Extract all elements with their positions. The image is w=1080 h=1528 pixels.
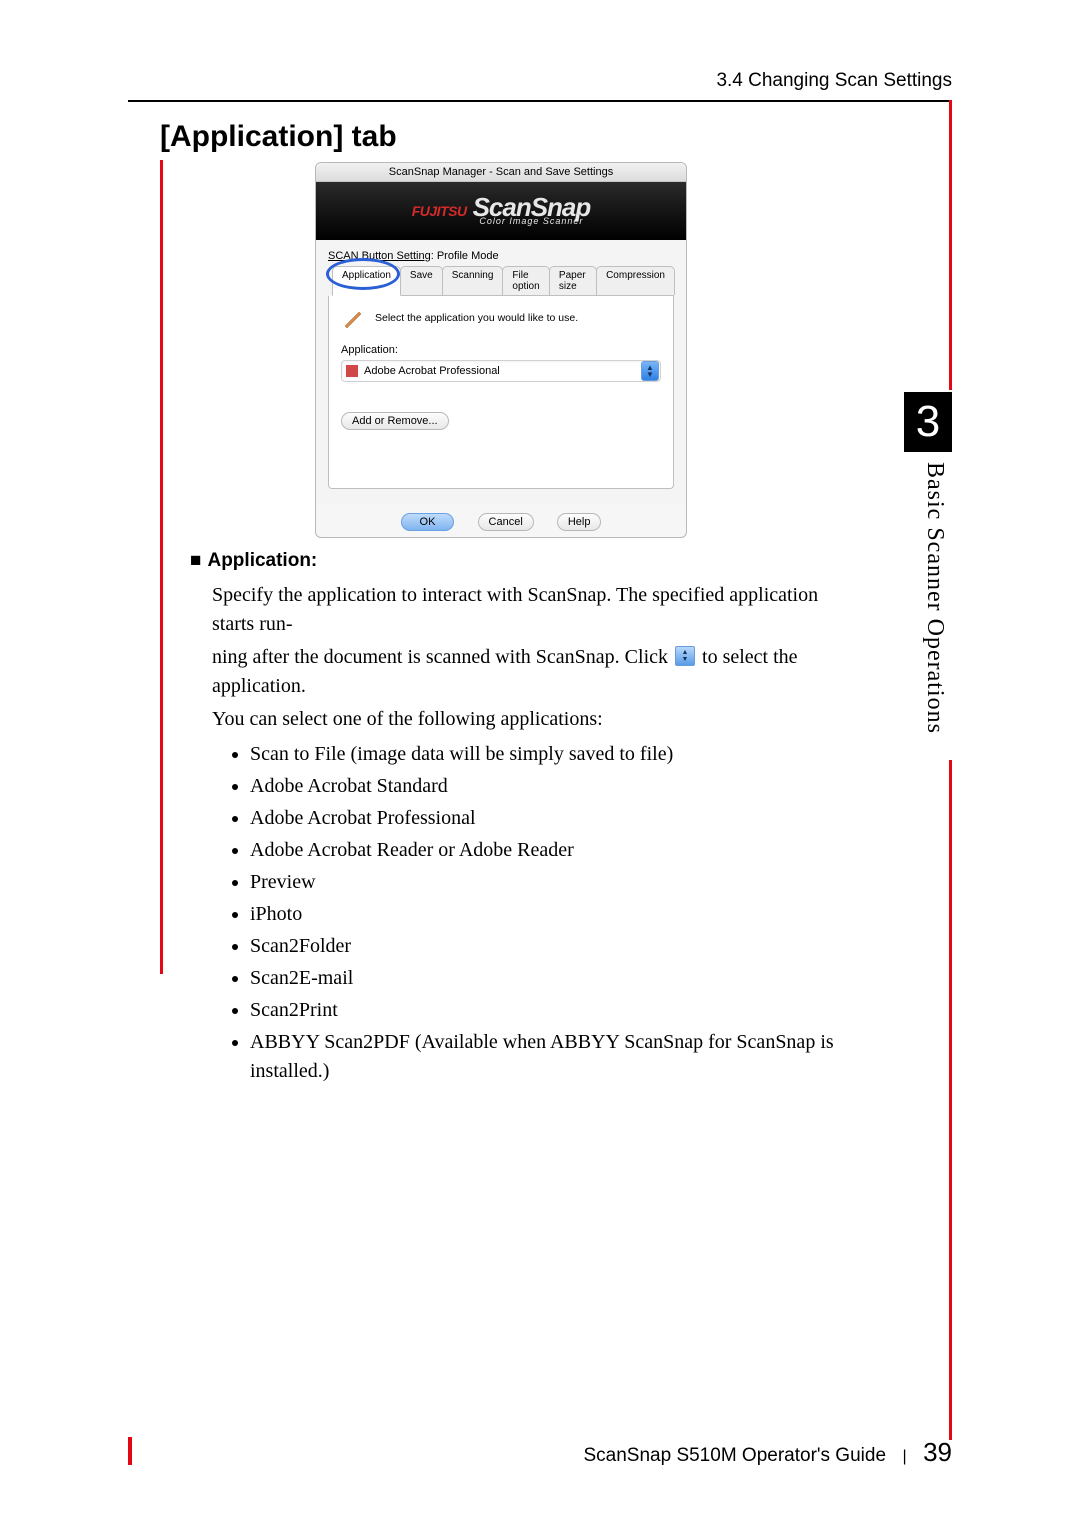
help-button[interactable]: Help	[557, 513, 602, 531]
tab-paper-size[interactable]: Paper size	[549, 266, 597, 295]
mode-line-value: : Profile Mode	[431, 250, 499, 262]
tab-save[interactable]: Save	[400, 266, 443, 295]
para-line-2: ning after the document is scanned with …	[212, 643, 862, 701]
footer-separator: |	[902, 1448, 906, 1465]
scansnap-logo: ScanSnap Color Image Scanner	[473, 196, 591, 226]
list-item: Scan2Folder	[250, 932, 862, 961]
dialog-banner: FUJITSU ScanSnap Color Image Scanner	[316, 182, 686, 240]
pen-icon	[341, 306, 365, 330]
scansnap-settings-dialog: ScanSnap Manager - Scan and Save Setting…	[315, 162, 687, 538]
tab-application[interactable]: Application	[332, 266, 401, 296]
application-dropdown[interactable]: Adobe Acrobat Professional ▲▼	[341, 360, 661, 382]
dropdown-arrow-icon[interactable]: ▲▼	[641, 361, 659, 381]
tab-application-panel: Select the application you would like to…	[328, 296, 674, 489]
accent-bar-right-upper	[949, 100, 952, 390]
list-item: Scan2E-mail	[250, 964, 862, 993]
hint-text: Select the application you would like to…	[375, 312, 578, 324]
para-line-1: Specify the application to interact with…	[212, 581, 862, 639]
mode-line-underline: SCAN Button Setting	[328, 250, 431, 262]
application-dropdown-value: Adobe Acrobat Professional	[362, 365, 640, 377]
page-footer: ScanSnap S510M Operator's Guide | 39	[128, 1437, 952, 1468]
dropdown-inline-icon	[675, 646, 695, 666]
body-text: ■Application: Specify the application to…	[190, 547, 862, 1089]
section-header: 3.4 Changing Scan Settings	[128, 70, 952, 92]
tab-scanning[interactable]: Scanning	[442, 266, 504, 295]
ok-button[interactable]: OK	[401, 513, 455, 531]
mode-line: SCAN Button Setting: Profile Mode	[328, 250, 674, 262]
footer-guide-name: ScanSnap S510M Operator's Guide	[583, 1445, 886, 1466]
list-item: Adobe Acrobat Standard	[250, 772, 862, 801]
footer-page-number: 39	[923, 1437, 952, 1467]
tab-file-option[interactable]: File option	[502, 266, 550, 295]
application-field-label: Application:	[341, 344, 661, 356]
add-or-remove-button[interactable]: Add or Remove...	[341, 412, 449, 430]
list-item: iPhoto	[250, 900, 862, 929]
list-item: Scan to File (image data will be simply …	[250, 740, 862, 769]
accent-bar-left	[160, 160, 163, 974]
para-line-3: You can select one of the following appl…	[212, 705, 862, 734]
accent-bar-right-lower	[949, 760, 952, 1440]
header-rule	[128, 100, 952, 102]
acrobat-icon	[346, 365, 358, 377]
tab-bar: Application Save Scanning File option Pa…	[332, 266, 674, 296]
fujitsu-logo: FUJITSU	[412, 203, 467, 219]
list-item: ABBYY Scan2PDF (Available when ABBYY Sca…	[250, 1028, 862, 1086]
chapter-title-vertical: Basic Scanner Operations	[921, 462, 948, 734]
list-item: Adobe Acrobat Professional	[250, 804, 862, 833]
list-item: Adobe Acrobat Reader or Adobe Reader	[250, 836, 862, 865]
list-item: Scan2Print	[250, 996, 862, 1025]
application-subheading: ■Application:	[190, 547, 862, 575]
cancel-button[interactable]: Cancel	[478, 513, 534, 531]
scansnap-logo-sub: Color Image Scanner	[473, 218, 591, 226]
page-heading: [Application] tab	[160, 120, 397, 154]
application-list: Scan to File (image data will be simply …	[250, 740, 862, 1086]
chapter-number-box: 3	[904, 392, 952, 452]
list-item: Preview	[250, 868, 862, 897]
dialog-footer-buttons: OK Cancel Help	[316, 503, 686, 537]
tab-compression[interactable]: Compression	[596, 266, 675, 295]
dialog-titlebar: ScanSnap Manager - Scan and Save Setting…	[316, 163, 686, 182]
